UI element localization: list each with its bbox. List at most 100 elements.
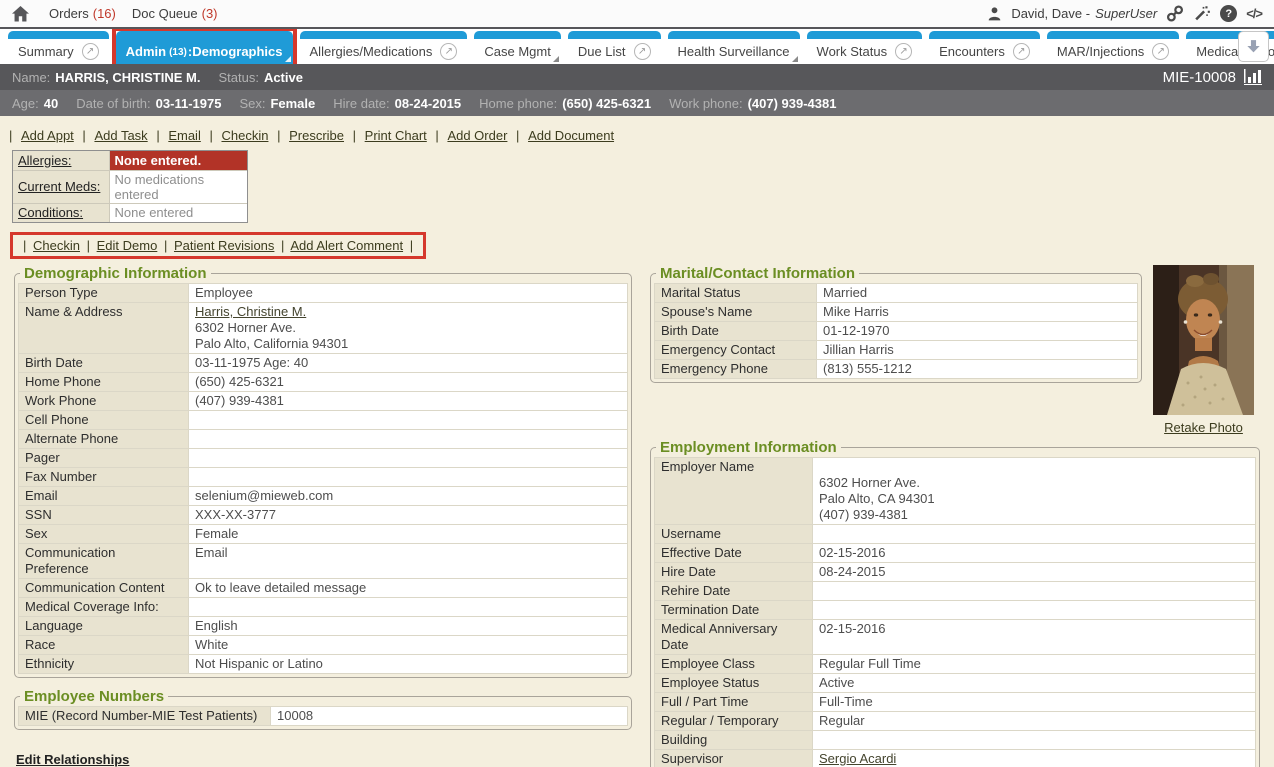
tab-due-list[interactable]: Due List ↗: [568, 31, 661, 64]
separator: |: [9, 128, 12, 143]
table-row: Rehire Date: [655, 582, 1256, 601]
patient-name-link[interactable]: Harris, Christine M.: [195, 304, 306, 319]
name-label: Name:: [12, 70, 50, 85]
field-label: Age:: [12, 96, 39, 111]
field-value: 03-11-1975: [156, 96, 222, 111]
tab-work-status[interactable]: Work Status ↗: [807, 31, 923, 64]
table-row: Emergency Phone(813) 555-1212: [655, 360, 1138, 379]
add-task-link[interactable]: Add Task: [94, 128, 147, 143]
add-appt-link[interactable]: Add Appt: [21, 128, 74, 143]
edit-demo-link[interactable]: Edit Demo: [97, 238, 158, 253]
table-row: Employee StatusActive: [655, 674, 1256, 693]
orders-label: Orders: [49, 6, 89, 21]
tab-overflow-button[interactable]: [1238, 31, 1269, 62]
supervisor-link[interactable]: Sergio Acardi: [819, 751, 896, 766]
top-bar: Orders (16) Doc Queue (3) David, Dave - …: [0, 0, 1274, 29]
popout-icon[interactable]: ↗: [1152, 43, 1169, 60]
table-row: Communication ContentOk to leave detaile…: [19, 579, 628, 598]
table-row: Hire Date08-24-2015: [655, 563, 1256, 582]
popout-icon[interactable]: ↗: [895, 43, 912, 60]
table-row: Emailselenium@mieweb.com: [19, 487, 628, 506]
tab-label: MAR/Injections: [1057, 44, 1144, 59]
field-label: Work phone:: [669, 96, 742, 111]
email-link[interactable]: Email: [168, 128, 201, 143]
table-row: SupervisorSergio Acardi: [655, 750, 1256, 767]
wand-icon[interactable]: [1193, 5, 1211, 22]
tab-label: Allergies/Medications: [310, 44, 433, 59]
tab-summary[interactable]: Summary ↗: [8, 31, 109, 64]
tab-label: Health Surveillance: [678, 44, 790, 59]
user-role: SuperUser: [1095, 6, 1157, 21]
tab-case-mgmt[interactable]: Case Mgmt: [474, 31, 560, 64]
table-row: LanguageEnglish: [19, 617, 628, 636]
tab-label: Work Status: [817, 44, 888, 59]
home-icon[interactable]: [12, 6, 29, 22]
add-document-link[interactable]: Add Document: [528, 128, 614, 143]
topbar-user-area: David, Dave - SuperUser ? </>: [987, 5, 1262, 22]
patient-header-row1: Name: HARRIS, CHRISTINE M. Status: Activ…: [0, 64, 1274, 90]
dropdown-fold-icon: [792, 56, 798, 62]
field-label: Home phone:: [479, 96, 557, 111]
dropdown-fold-icon: [553, 56, 559, 62]
separator: |: [353, 128, 356, 143]
separator: |: [209, 128, 212, 143]
demographic-information-section: Demographic Information Person TypeEmplo…: [14, 265, 632, 678]
user-name[interactable]: David, Dave -: [1011, 6, 1090, 21]
tab-encounters[interactable]: Encounters ↗: [929, 31, 1040, 64]
table-row: SexFemale: [19, 525, 628, 544]
table-row: Full / Part TimeFull-Time: [655, 693, 1256, 712]
table-row: Building: [655, 731, 1256, 750]
prescribe-link[interactable]: Prescribe: [289, 128, 344, 143]
popout-icon[interactable]: ↗: [82, 43, 99, 60]
nav-doc-queue[interactable]: Doc Queue (3): [132, 6, 218, 21]
separator: |: [82, 128, 85, 143]
separator: |: [164, 238, 167, 253]
chart-stats-icon[interactable]: [1244, 69, 1262, 85]
tab-allergies-medications[interactable]: Allergies/Medications ↗: [300, 31, 468, 64]
allergies-link[interactable]: Allergies:: [18, 153, 71, 168]
employment-information-section: Employment Information Employer Name 630…: [650, 439, 1260, 767]
tab-admin-demographics[interactable]: Admin(13):Demographics: [116, 31, 293, 64]
alert-row: Current Meds: No medications entered: [13, 170, 247, 203]
quick-checkin-link[interactable]: Checkin: [33, 238, 80, 253]
print-chart-link[interactable]: Print Chart: [365, 128, 427, 143]
current-meds-link[interactable]: Current Meds:: [18, 179, 100, 194]
nav-orders[interactable]: Orders (16): [49, 6, 116, 21]
table-row: Fax Number: [19, 468, 628, 487]
conditions-value: None entered: [109, 203, 247, 222]
edit-relationships-link[interactable]: Edit Relationships: [16, 752, 129, 767]
marital-contact-section: Marital/Contact Information Marital Stat…: [650, 265, 1142, 383]
add-alert-comment-link[interactable]: Add Alert Comment: [290, 238, 403, 253]
popout-icon[interactable]: ↗: [634, 43, 651, 60]
tab-label: Due List: [578, 44, 626, 59]
checkin-link[interactable]: Checkin: [221, 128, 268, 143]
tab-label: Summary: [18, 44, 74, 59]
table-row: Cell Phone: [19, 411, 628, 430]
tab-mar-injections[interactable]: MAR/Injections ↗: [1047, 31, 1179, 64]
popout-icon[interactable]: ↗: [1013, 43, 1030, 60]
separator: |: [435, 128, 438, 143]
separator: |: [281, 238, 284, 253]
patient-mrn: MIE-10008: [1163, 69, 1236, 86]
table-row: Name & Address Harris, Christine M. 6302…: [19, 303, 628, 354]
table-row: Marital StatusMarried: [655, 284, 1138, 303]
separator: |: [87, 238, 90, 253]
link-icon[interactable]: [1166, 5, 1184, 22]
table-row: Medical Anniversary Date02-15-2016: [655, 620, 1256, 655]
table-row: EthnicityNot Hispanic or Latino: [19, 655, 628, 674]
allergies-value: None entered.: [109, 151, 247, 170]
add-order-link[interactable]: Add Order: [447, 128, 507, 143]
patient-name: HARRIS, CHRISTINE M.: [55, 70, 200, 85]
separator: |: [277, 128, 280, 143]
help-icon[interactable]: ?: [1220, 5, 1237, 22]
conditions-link[interactable]: Conditions:: [18, 205, 83, 220]
retake-photo-link[interactable]: Retake Photo: [1164, 420, 1243, 435]
section-title: Demographic Information: [20, 265, 211, 282]
separator: |: [516, 128, 519, 143]
code-icon[interactable]: </>: [1246, 6, 1262, 21]
popout-icon[interactable]: ↗: [440, 43, 457, 60]
tab-health-surveillance[interactable]: Health Surveillance: [668, 31, 800, 64]
patient-revisions-link[interactable]: Patient Revisions: [174, 238, 274, 253]
separator: |: [410, 238, 413, 253]
chart-content: | Add Appt | Add Task | Email | Checkin …: [0, 116, 1274, 767]
